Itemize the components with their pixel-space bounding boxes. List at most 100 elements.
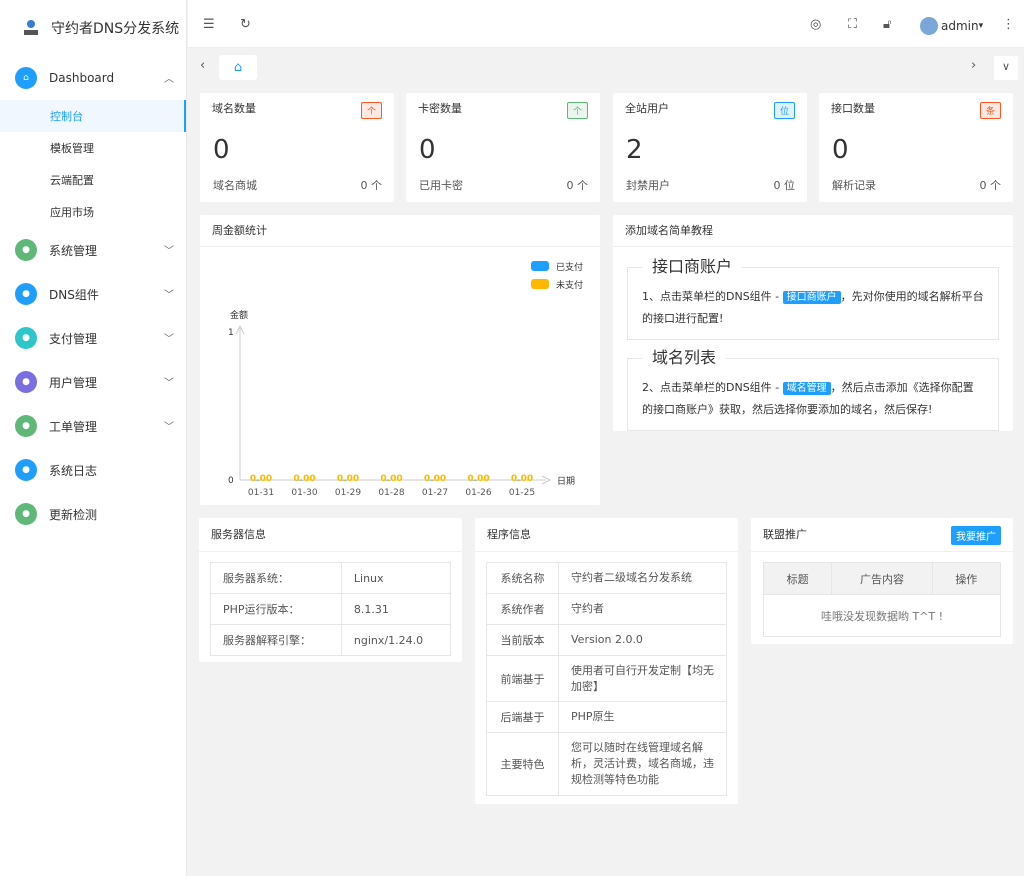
- data-label: 0.00: [250, 474, 272, 484]
- chevron-up-icon: ︿: [164, 74, 174, 85]
- y-axis-label: 金额: [230, 309, 248, 321]
- sidebar-sub-app-market[interactable]: 应用市场: [0, 196, 186, 228]
- stat-value: 0: [832, 135, 849, 165]
- x-tick-label: 01-30: [291, 488, 317, 498]
- logo-icon: [20, 17, 42, 39]
- sidebar-item-6[interactable]: ● 更新检测: [0, 492, 186, 536]
- legend-swatch: [531, 279, 549, 289]
- stat-value: 0: [419, 135, 436, 165]
- sidebar-item-5[interactable]: ● 系统日志: [0, 448, 186, 492]
- program-info-title: 程序信息: [475, 518, 738, 552]
- sidebar-item-label: 支付管理: [49, 331, 98, 346]
- stat-sub-label: 解析记录: [832, 179, 876, 192]
- sidebar-item-0[interactable]: ● 系统管理 ﹀: [0, 228, 186, 272]
- tab-prev-icon[interactable]: ‹: [200, 58, 205, 73]
- program-value: 使用者可自行开发定制【均无加密】: [558, 655, 727, 702]
- promo-empty-text: 哇哦没发现数据哟 T^T !: [763, 594, 1001, 637]
- stat-sub-label: 已用卡密: [419, 179, 463, 192]
- sidebar-item-label: 用户管理: [49, 375, 98, 390]
- weekly-amount-chart: 金额日期 0 1 01-31 0.00 01-30 0.00 01-29 0.00 01-28 0.…: [228, 261, 583, 498]
- tutorial-step-1: 接口商账户 1、点击菜单栏的DNS组件 - 接口商账户 ，先对你使用的域名解析平台…: [627, 256, 999, 340]
- server-key: 服务器解释引擎：: [210, 624, 342, 656]
- program-key: 后端基于: [486, 701, 559, 733]
- top-bar: ☰ ↻ ◎ ⛶ 🔓︎ admin ▾ ⋮: [188, 0, 1024, 48]
- tab-dropdown-icon[interactable]: ∨: [994, 56, 1018, 80]
- data-label: 0.00: [337, 474, 359, 484]
- server-info-table: 服务器系统： Linux PHP运行版本： 8.1.31 服务器解释引擎： nginx/1…: [210, 562, 452, 656]
- server-key: PHP运行版本：: [210, 593, 342, 625]
- chevron-down-icon: ﹀: [164, 334, 174, 345]
- chevron-down-icon: ﹀: [164, 246, 174, 257]
- sidebar-item-3[interactable]: ● 用户管理 ﹀: [0, 360, 186, 404]
- program-value: 守约者二级域名分发系统: [558, 562, 727, 594]
- promote-button[interactable]: 我要推广: [951, 526, 1001, 545]
- sidebar-sub-templates[interactable]: 模板管理: [0, 132, 186, 164]
- app-title: 守约者DNS分发系统: [51, 21, 180, 37]
- sidebar-item-dashboard[interactable]: ⌂ Dashboard ︿: [0, 56, 186, 100]
- x-tick-label: 01-28: [378, 488, 404, 498]
- data-label: 0.00: [380, 474, 402, 484]
- sidebar-item-label: 工单管理: [49, 419, 98, 434]
- sidebar-item-1[interactable]: ● DNS组件 ﹀: [0, 272, 186, 316]
- promo-panel: 联盟推广 我要推广 标题 广告内容 操作 哇哦没发现数据哟 T^T !: [751, 518, 1013, 644]
- home-icon: ⌂: [233, 60, 243, 75]
- app-logo[interactable]: 守约者DNS分发系统: [0, 0, 186, 56]
- sidebar-item-2[interactable]: ● 支付管理 ﹀: [0, 316, 186, 360]
- stat-badge: 个: [566, 102, 588, 119]
- program-key: 前端基于: [486, 655, 559, 702]
- x-tick-label: 01-29: [335, 488, 361, 498]
- sidebar-sub-cloud-config[interactable]: 云端配置: [0, 164, 186, 196]
- step-2-tag: 域名管理: [782, 382, 831, 395]
- more-icon[interactable]: ⋮: [1002, 17, 1015, 32]
- server-value: Linux: [340, 562, 452, 594]
- sidebar-item-label: Dashboard: [49, 71, 115, 85]
- globe-icon[interactable]: ◎: [810, 17, 821, 32]
- x-tick-label: 01-27: [422, 488, 448, 498]
- sidebar-item-label: 系统管理: [49, 243, 98, 258]
- x-axis-label: 日期: [557, 476, 575, 487]
- user-icon: ●: [15, 371, 37, 393]
- lock-icon[interactable]: 🔓︎: [883, 17, 891, 32]
- stat-value: 2: [626, 135, 643, 165]
- sidebar-item-4[interactable]: ● 工单管理 ﹀: [0, 404, 186, 448]
- sidebar-item-label: 系统日志: [49, 463, 98, 478]
- server-key: 服务器系统：: [210, 562, 342, 594]
- legend-swatch: [531, 261, 549, 271]
- stat-sub-value: 0 个: [566, 179, 589, 192]
- program-value: PHP原生: [558, 701, 727, 733]
- menu-toggle-icon[interactable]: ☰: [203, 17, 215, 32]
- tab-next-icon[interactable]: ›: [971, 58, 976, 73]
- y-tick-label: 0: [228, 476, 234, 486]
- sidebar-sub-console[interactable]: 控制台: [0, 100, 186, 132]
- program-value: Version 2.0.0: [558, 624, 727, 656]
- stat-card: 卡密数量个 0 已用卡密 0 个: [406, 93, 600, 202]
- chevron-down-icon: ﹀: [164, 290, 174, 301]
- chart-panel: 周金额统计 金额 日期 0 1 01-31 0.00 01-30 0.00 01-29 0.00 0…: [200, 215, 600, 505]
- user-menu[interactable]: admin ▾: [920, 17, 983, 35]
- fullscreen-icon[interactable]: ⛶: [848, 17, 857, 32]
- pay-icon: ●: [15, 327, 37, 349]
- step-2-text: 2、点击菜单栏的DNS组件 -: [642, 381, 783, 394]
- stat-sub-label: 域名商城: [213, 179, 257, 192]
- stat-sub-value: 0 个: [360, 179, 383, 192]
- chevron-down-icon: ﹀: [164, 422, 174, 433]
- program-info-table: 系统名称 守约者二级域名分发系统 系统作者 守约者 当前版本 Version 2.0.0 前…: [486, 562, 727, 796]
- stat-badge: 位: [773, 102, 795, 119]
- program-key: 系统名称: [486, 562, 559, 594]
- x-tick-label: 01-31: [248, 488, 274, 498]
- step-1-text: 1、点击菜单栏的DNS组件 -: [642, 290, 783, 303]
- program-key: 主要特色: [486, 732, 559, 796]
- tab-home[interactable]: ⌂: [219, 55, 257, 80]
- program-info-panel: 程序信息 系统名称 守约者二级域名分发系统 系统作者 守约者 当前版本 Version 2…: [475, 518, 738, 804]
- gear-icon: ●: [15, 239, 37, 261]
- sidebar-item-label: 更新检测: [49, 507, 98, 522]
- stat-badge: 条: [979, 102, 1001, 119]
- stat-card: 域名数量个 0 域名商城 0 个: [200, 93, 394, 202]
- sidebar-item-label: DNS组件: [49, 287, 99, 302]
- x-tick-label: 01-25: [509, 488, 535, 498]
- server-info-title: 服务器信息: [199, 518, 462, 552]
- program-value: 您可以随时在线管理域名解析，灵活计费，域名商城，违规检测等特色功能: [558, 732, 727, 796]
- chevron-down-icon: ﹀: [164, 378, 174, 389]
- refresh-icon[interactable]: ↻: [240, 17, 251, 32]
- program-key: 当前版本: [486, 624, 559, 656]
